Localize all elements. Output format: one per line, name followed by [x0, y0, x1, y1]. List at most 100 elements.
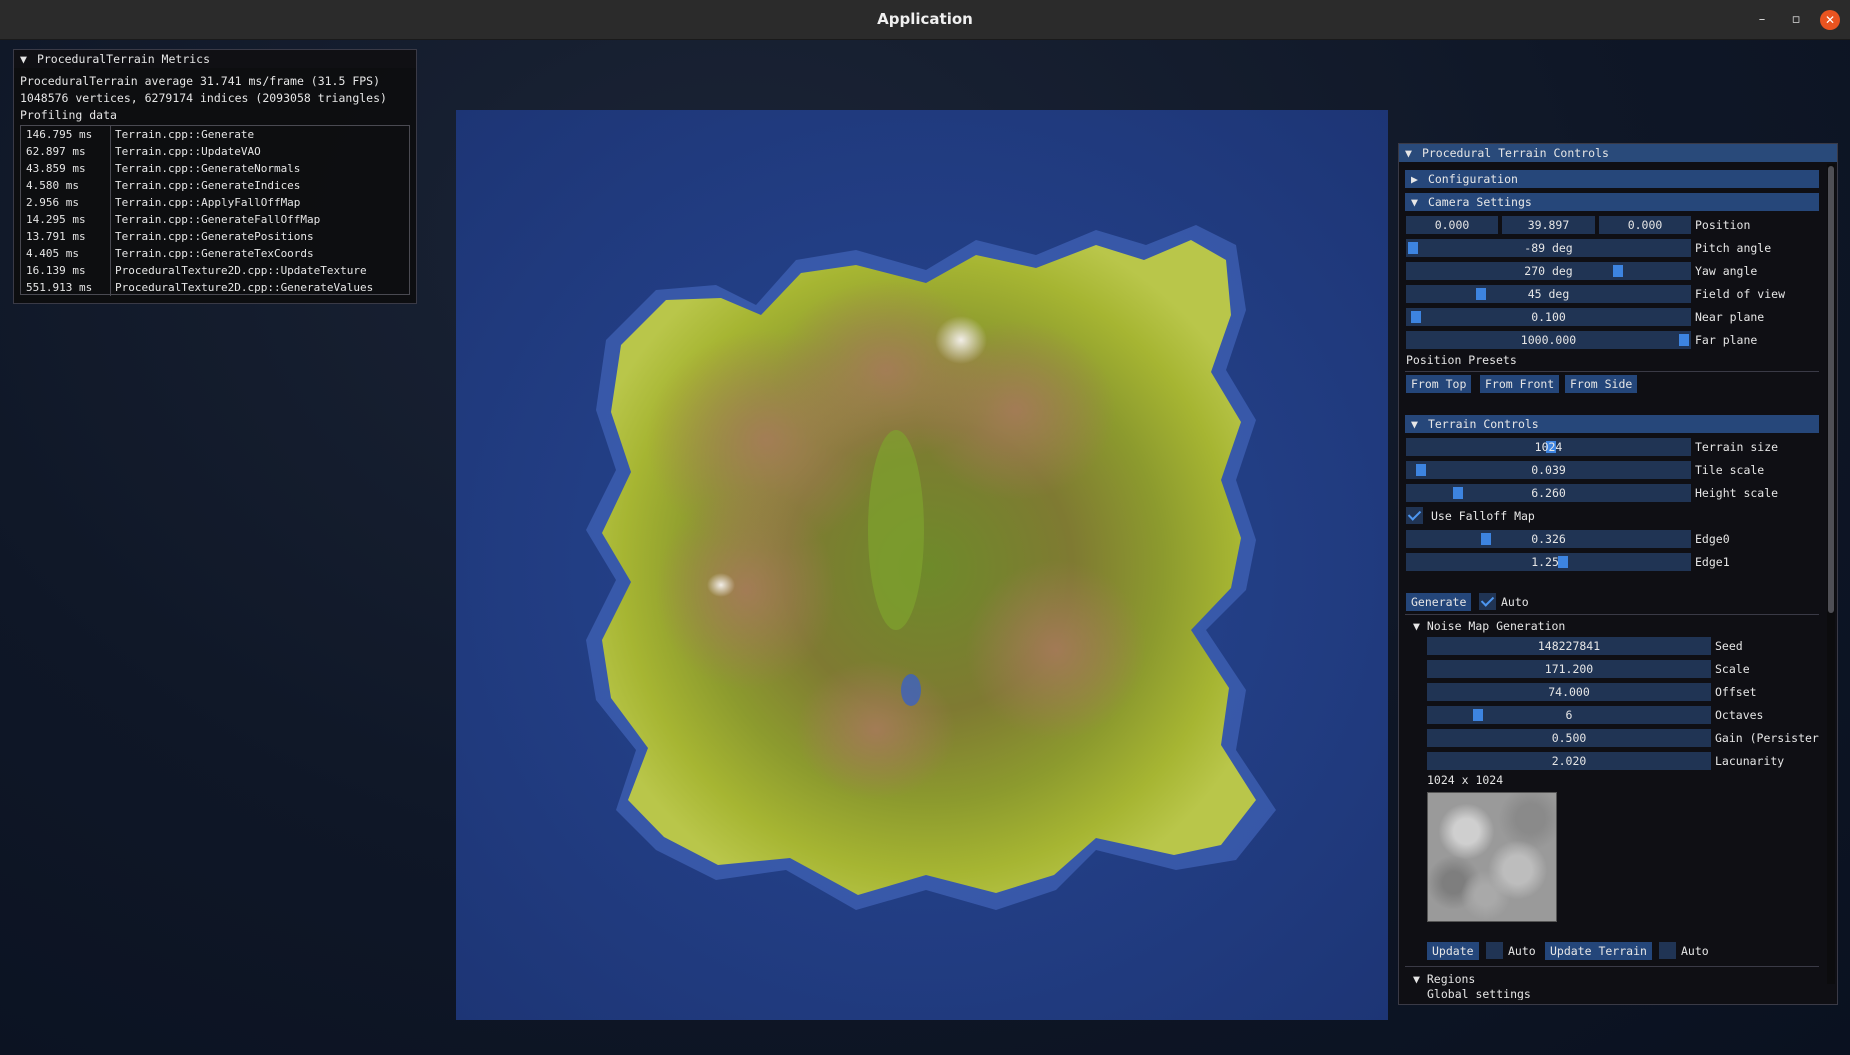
pitch-value: -89 deg: [1524, 241, 1573, 255]
offset-label: Offset: [1715, 685, 1757, 699]
collapse-arrow-icon: ▼: [1411, 417, 1418, 431]
position-y-field[interactable]: 39.897: [1502, 216, 1595, 234]
slider-grab[interactable]: [1411, 311, 1421, 323]
far-plane-label: Far plane: [1695, 333, 1758, 347]
slider-grab[interactable]: [1476, 288, 1486, 300]
position-x-field[interactable]: 0.000: [1406, 216, 1498, 234]
position-presets-label: Position Presets: [1406, 353, 1517, 367]
noise-map-header[interactable]: ▼ Noise Map Generation: [1413, 617, 1565, 635]
slider-grab[interactable]: [1453, 487, 1463, 499]
profile-time: 62.897 ms: [21, 143, 111, 160]
auto-generate-label: Auto: [1501, 595, 1529, 609]
edge1-label: Edge1: [1695, 555, 1730, 569]
generate-button[interactable]: Generate: [1406, 593, 1472, 611]
mesh-line: 1048576 vertices, 6279174 indices (20930…: [20, 91, 387, 105]
fov-value: 45 deg: [1527, 287, 1570, 301]
update-terrain-button[interactable]: Update Terrain: [1545, 942, 1652, 960]
from-top-button[interactable]: From Top: [1406, 375, 1472, 393]
profile-time: 16.139 ms: [21, 262, 111, 279]
gain-label: Gain (Persister: [1715, 731, 1819, 745]
pitch-slider[interactable]: -89 deg: [1406, 239, 1691, 257]
seed-field[interactable]: 148227841: [1427, 637, 1711, 655]
minimize-button[interactable]: –: [1752, 10, 1772, 30]
scrollbar-thumb[interactable]: [1828, 166, 1834, 613]
metrics-window[interactable]: ▼ ProceduralTerrain Metrics ProceduralTe…: [13, 49, 417, 304]
fov-slider[interactable]: 45 deg: [1406, 285, 1691, 303]
position-z-field[interactable]: 0.000: [1599, 216, 1691, 234]
render-viewport[interactable]: ▼ ProceduralTerrain Metrics ProceduralTe…: [0, 40, 1850, 1055]
controls-window-title[interactable]: ▼ Procedural Terrain Controls: [1399, 144, 1837, 162]
collapse-arrow-icon: ▼: [1411, 195, 1418, 209]
use-falloff-checkbox[interactable]: [1406, 507, 1423, 524]
scale-field[interactable]: 171.200: [1427, 660, 1711, 678]
table-row: 2.956 ms Terrain.cpp::ApplyFallOffMap: [21, 194, 409, 211]
slider-grab[interactable]: [1679, 334, 1689, 346]
slider-grab[interactable]: [1408, 242, 1418, 254]
gain-field[interactable]: 0.500: [1427, 729, 1711, 747]
octaves-label: Octaves: [1715, 708, 1764, 722]
profile-time: 4.580 ms: [21, 177, 111, 194]
yaw-slider[interactable]: 270 deg: [1406, 262, 1691, 280]
yaw-label: Yaw angle: [1695, 264, 1758, 278]
auto-generate-checkbox[interactable]: [1479, 593, 1496, 610]
separator: [1405, 614, 1819, 615]
slider-grab[interactable]: [1613, 265, 1623, 277]
update-button[interactable]: Update: [1427, 942, 1479, 960]
window-title: Application: [877, 10, 973, 28]
profile-name: Terrain.cpp::Generate: [115, 128, 255, 141]
controls-window[interactable]: ▼ Procedural Terrain Controls ▶ Configur…: [1398, 143, 1838, 1005]
profiling-label: Profiling data: [20, 108, 117, 122]
slider-grab[interactable]: [1558, 556, 1568, 568]
camera-settings-label: Camera Settings: [1427, 195, 1532, 209]
far-plane-slider[interactable]: 1000.000: [1406, 331, 1691, 349]
profile-name: Terrain.cpp::GenerateIndices: [115, 179, 301, 192]
expand-arrow-icon: ▶: [1411, 172, 1418, 186]
profile-name: Terrain.cpp::GenerateFallOffMap: [115, 213, 321, 226]
terrain-controls-header[interactable]: ▼ Terrain Controls: [1405, 415, 1819, 433]
scale-label: Scale: [1715, 662, 1750, 676]
table-row: 16.139 ms ProceduralTexture2D.cpp::Update…: [21, 262, 409, 279]
height-scale-slider[interactable]: 6.260: [1406, 484, 1691, 502]
collapse-arrow-icon[interactable]: ▼: [1405, 144, 1415, 162]
slider-grab[interactable]: [1481, 533, 1491, 545]
profiling-table: 146.795 ms Terrain.cpp::Generate 62.897 m…: [20, 125, 410, 296]
auto-update-checkbox[interactable]: [1486, 942, 1503, 959]
edge0-slider[interactable]: 0.326: [1406, 530, 1691, 548]
tile-scale-slider[interactable]: 0.039: [1406, 461, 1691, 479]
edge1-slider[interactable]: 1.250: [1406, 553, 1691, 571]
terrain-size-slider[interactable]: 1024: [1406, 438, 1691, 456]
profile-time: 4.405 ms: [21, 245, 111, 262]
separator: [1405, 966, 1819, 967]
close-button[interactable]: ✕: [1820, 10, 1840, 30]
near-plane-slider[interactable]: 0.100: [1406, 308, 1691, 326]
pitch-label: Pitch angle: [1695, 241, 1772, 255]
collapse-arrow-icon: ▼: [1413, 972, 1420, 986]
profile-time: 146.795 ms: [21, 126, 111, 143]
table-row: 4.580 ms Terrain.cpp::GenerateIndices: [21, 177, 409, 194]
table-row: 146.795 ms Terrain.cpp::Generate: [21, 126, 409, 143]
height-scale-label: Height scale: [1695, 486, 1779, 500]
slider-grab[interactable]: [1473, 709, 1483, 721]
profile-time: 13.791 ms: [21, 228, 111, 245]
lacunarity-field[interactable]: 2.020: [1427, 752, 1711, 770]
lacunarity-label: Lacunarity: [1715, 754, 1785, 768]
from-side-button[interactable]: From Side: [1565, 375, 1638, 393]
maximize-button[interactable]: ▫: [1786, 10, 1806, 30]
from-front-button[interactable]: From Front: [1480, 375, 1560, 393]
terrain-island: [586, 225, 1276, 910]
auto-update-terrain-checkbox[interactable]: [1659, 942, 1676, 959]
position-label: Position: [1695, 218, 1751, 232]
collapse-arrow-icon[interactable]: ▼: [20, 50, 30, 68]
slider-grab[interactable]: [1416, 464, 1426, 476]
fov-label: Field of view: [1695, 287, 1786, 301]
offset-field[interactable]: 74.000: [1427, 683, 1711, 701]
profile-name: Terrain.cpp::GenerateTexCoords: [115, 247, 314, 260]
octaves-slider[interactable]: 6: [1427, 706, 1711, 724]
table-row: 551.913 ms ProceduralTexture2D.cpp::Gener…: [21, 279, 409, 296]
configuration-header[interactable]: ▶ Configuration: [1405, 170, 1819, 188]
metrics-window-title[interactable]: ▼ ProceduralTerrain Metrics: [14, 50, 416, 68]
camera-settings-header[interactable]: ▼ Camera Settings: [1405, 193, 1819, 211]
table-row: 4.405 ms Terrain.cpp::GenerateTexCoords: [21, 245, 409, 262]
terrain-size-value: 1024: [1534, 440, 1563, 454]
controls-scrollbar[interactable]: [1827, 164, 1835, 984]
